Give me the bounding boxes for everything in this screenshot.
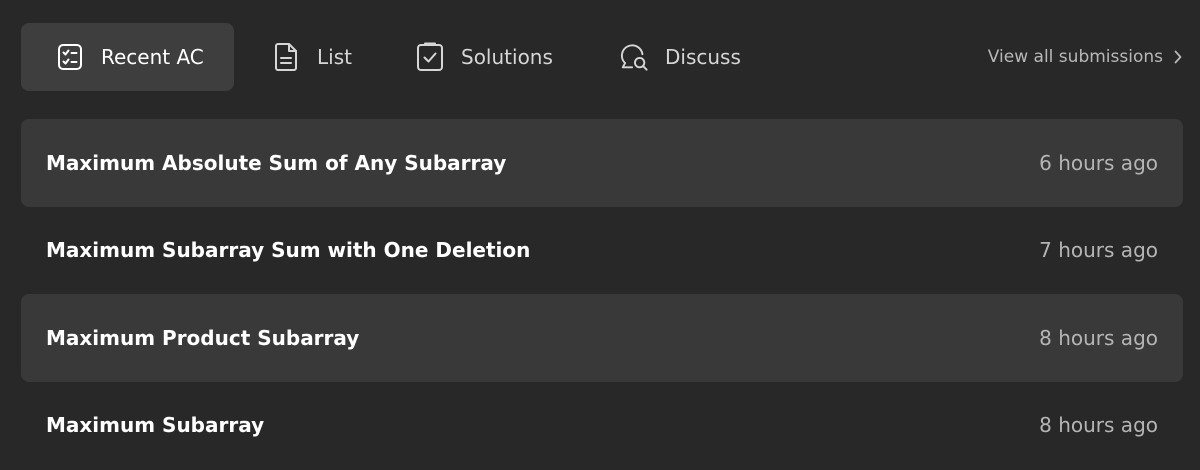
tab-solutions-label: Solutions xyxy=(461,45,553,69)
tab-solutions[interactable]: Solutions xyxy=(401,23,571,91)
document-icon xyxy=(271,42,301,72)
view-all-submissions-label: View all submissions xyxy=(987,47,1163,67)
submission-row[interactable]: Maximum Product Subarray 8 hours ago xyxy=(21,294,1183,382)
chevron-right-icon xyxy=(1173,49,1183,65)
checklist-icon xyxy=(55,42,85,72)
tab-recent-ac[interactable]: Recent AC xyxy=(21,23,234,91)
tab-recent-ac-label: Recent AC xyxy=(101,45,204,69)
submission-time: 8 hours ago xyxy=(1039,413,1158,438)
tab-discuss-label: Discuss xyxy=(665,45,741,69)
submission-row[interactable]: Maximum Absolute Sum of Any Subarray 6 h… xyxy=(21,119,1183,207)
tab-list[interactable]: List xyxy=(257,23,367,91)
view-all-submissions-link[interactable]: View all submissions xyxy=(988,23,1183,91)
submission-title[interactable]: Maximum Absolute Sum of Any Subarray xyxy=(46,151,506,175)
recent-submissions-panel: Recent AC List Solutions Discuss View al… xyxy=(0,0,1200,470)
tab-bar: Recent AC List Solutions Discuss View al… xyxy=(21,23,1183,91)
submission-title[interactable]: Maximum Product Subarray xyxy=(46,326,359,350)
submission-title[interactable]: Maximum Subarray Sum with One Deletion xyxy=(46,238,530,262)
checkbox-icon xyxy=(415,42,445,72)
submission-time: 7 hours ago xyxy=(1039,238,1158,263)
chat-search-icon xyxy=(619,42,649,72)
submission-row[interactable]: Maximum Subarray Sum with One Deletion 7… xyxy=(21,207,1183,295)
submission-row[interactable]: Maximum Subarray 8 hours ago xyxy=(21,382,1183,470)
submission-title[interactable]: Maximum Subarray xyxy=(46,413,264,437)
submission-time: 6 hours ago xyxy=(1039,150,1158,175)
submission-list: Maximum Absolute Sum of Any Subarray 6 h… xyxy=(21,119,1183,469)
tab-list-label: List xyxy=(317,45,352,69)
submission-time: 8 hours ago xyxy=(1039,325,1158,350)
tab-discuss[interactable]: Discuss xyxy=(605,23,755,91)
